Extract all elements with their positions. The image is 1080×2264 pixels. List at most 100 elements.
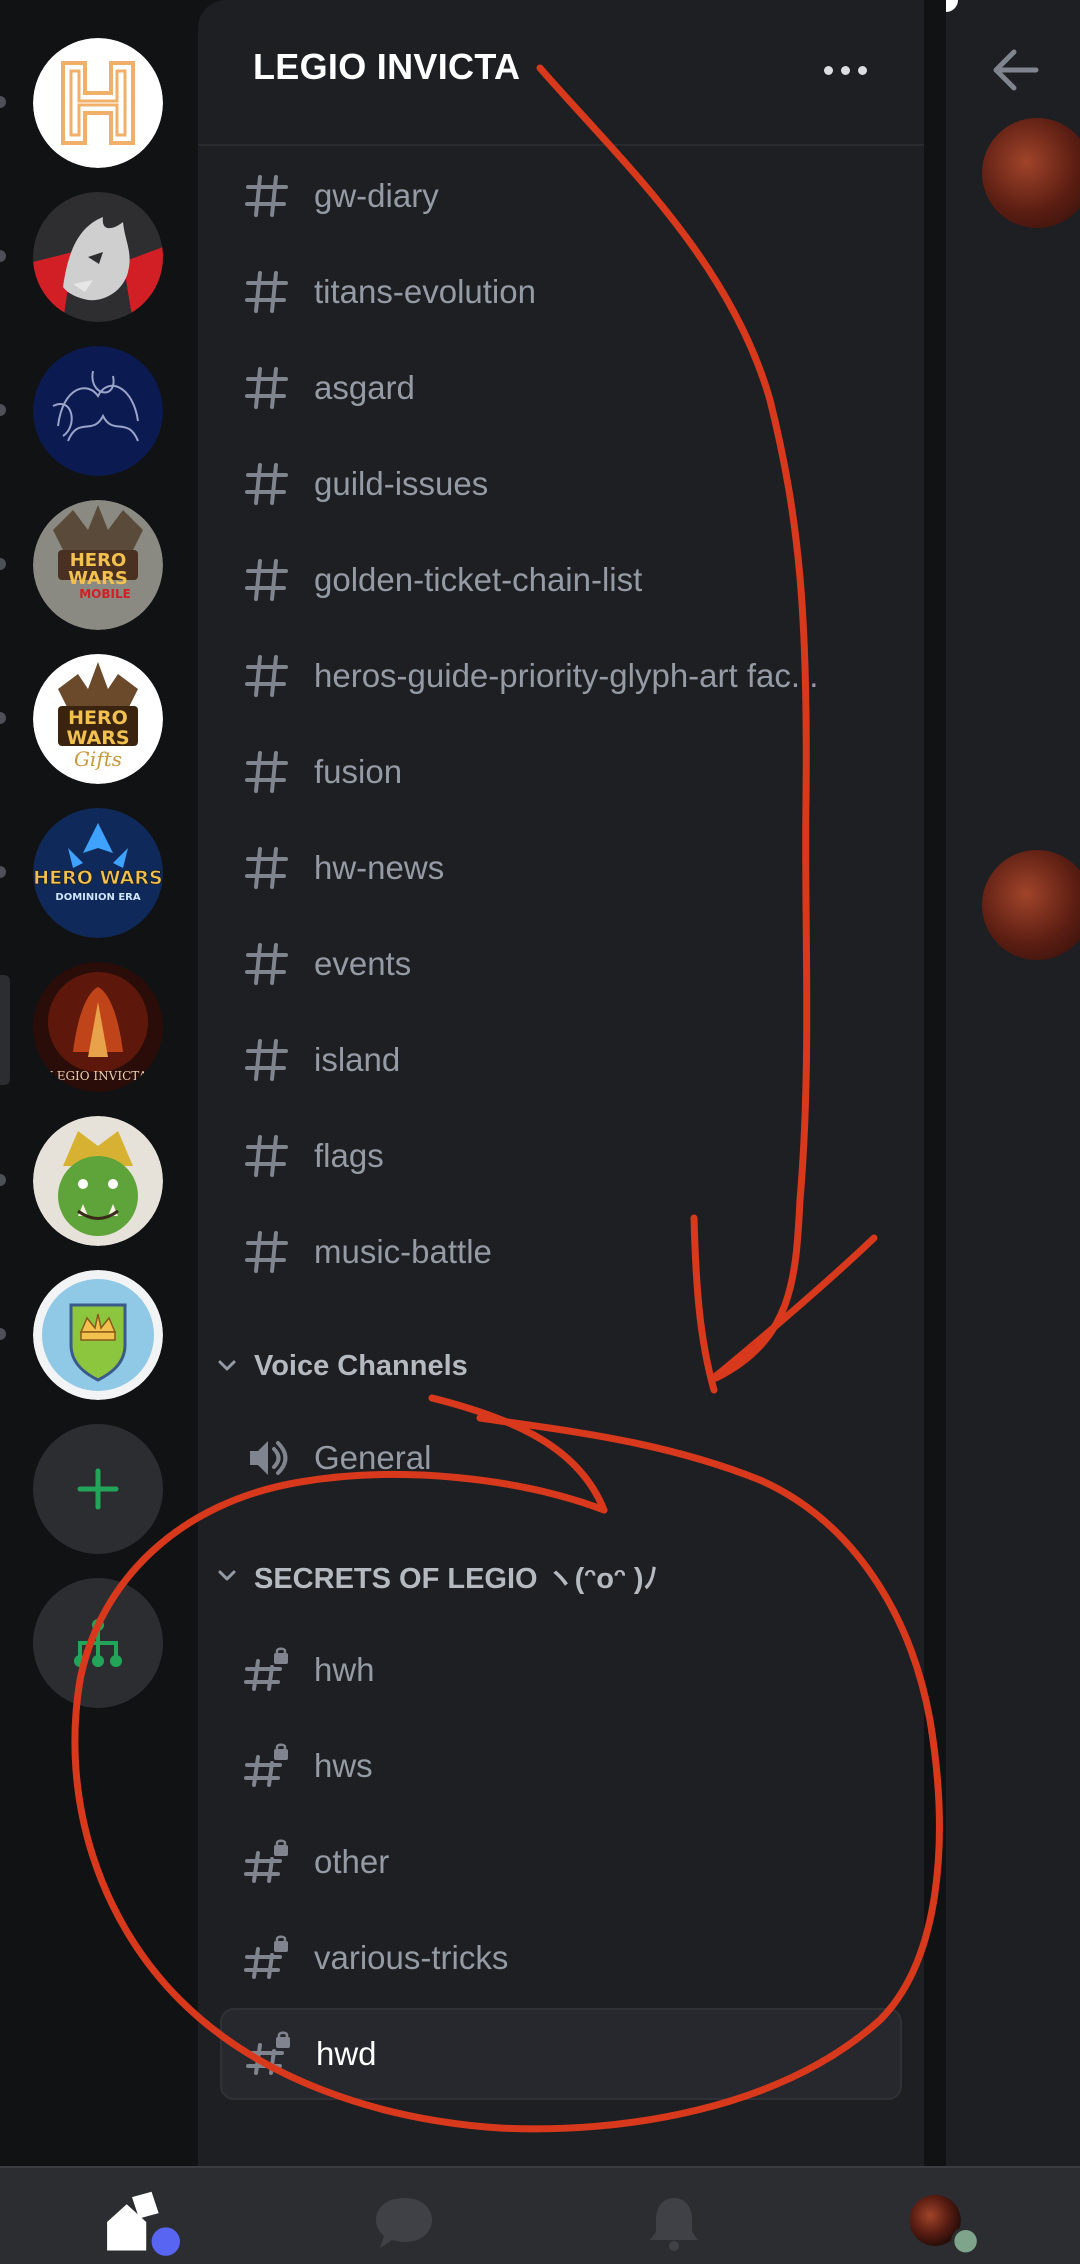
text-channel-hash-icon: [245, 271, 288, 313]
text-channel-hash-icon: [245, 943, 288, 985]
octopus-server-icon[interactable]: [33, 346, 163, 476]
channel-name: events: [314, 945, 412, 982]
text-channel-hash-icon: [245, 367, 288, 409]
channel-name: gw-diary: [314, 177, 439, 214]
channel-name: hwh: [314, 1651, 375, 1688]
legio-invicta-server-icon[interactable]: LEGIO INVICTA: [33, 962, 163, 1092]
locked-channel-item[interactable]: various-tricks: [220, 1912, 902, 2004]
plus-icon: [77, 1468, 119, 1510]
category-label: Voice Channels: [254, 1349, 468, 1382]
channel-name: fusion: [314, 753, 403, 790]
voice-channels-category[interactable]: Voice Channels: [212, 1336, 468, 1396]
channel-name: asgard: [314, 369, 415, 406]
back-arrow-icon[interactable]: [986, 40, 1046, 100]
profile-tab[interactable]: [900, 2182, 980, 2262]
h-logo-server-icon[interactable]: [33, 38, 163, 168]
svg-text:WARS: WARS: [66, 727, 129, 749]
text-channel-item[interactable]: golden-ticket-chain-list: [220, 534, 902, 626]
channel-name: golden-ticket-chain-list: [314, 561, 643, 598]
home-tab[interactable]: [100, 2182, 180, 2262]
chevron-down-icon: [218, 1570, 236, 1581]
orc-server-icon[interactable]: [33, 1116, 163, 1246]
locked-channel-hash-icon: [246, 2031, 290, 2075]
add-server-button[interactable]: [33, 1424, 163, 1554]
guild-header[interactable]: LEGIO INVICTA: [198, 0, 924, 146]
channel-name: other: [314, 1843, 390, 1880]
text-channel-item[interactable]: titans-evolution: [220, 246, 902, 338]
channel-name: hwd: [316, 2035, 377, 2072]
channel-name: island: [314, 1041, 401, 1078]
svg-text:LEGIO INVICTA: LEGIO INVICTA: [49, 1069, 148, 1083]
server-rail: HERO WARS MOBILE HERO WARS Gifts HERO WA…: [0, 0, 200, 2166]
text-channel-hash-icon: [245, 847, 288, 889]
channel-name: titans-evolution: [314, 273, 536, 310]
locked-channel-hash-icon: [244, 1839, 288, 1883]
text-channel-hash-icon: [245, 1039, 288, 1081]
text-channel-hash-icon: [245, 751, 288, 793]
secrets-category[interactable]: SECRETS OF LEGIO ヽ(ᵔoᵔ )ﾉ: [212, 1546, 658, 1606]
servers-home-icon: [107, 2191, 180, 2256]
hero-wars-mobile-server-icon[interactable]: HERO WARS MOBILE: [33, 500, 163, 630]
locked-channel-hash-icon: [244, 1647, 288, 1691]
chat-peek[interactable]: [946, 0, 1080, 2166]
messages-tab[interactable]: [364, 2182, 444, 2262]
channel-name: hws: [314, 1747, 373, 1784]
locked-channel-item[interactable]: hws: [220, 1720, 902, 1812]
locked-channel-hash-icon: [244, 1935, 288, 1979]
hero-wars-dominion-server-icon[interactable]: HERO WARS DOMINION ERA: [33, 808, 163, 938]
chat-bubble-icon: [376, 2198, 432, 2248]
speaker-icon: [250, 1441, 288, 1475]
text-channel-hash-icon: [245, 655, 288, 697]
more-dots-icon[interactable]: [810, 50, 880, 90]
hero-wars-gifts-server-icon[interactable]: HERO WARS Gifts: [33, 654, 163, 784]
selected-server-indicator: [0, 975, 10, 1085]
text-channel-item[interactable]: music-battle: [220, 1206, 902, 1298]
chevron-down-icon: [218, 1360, 236, 1371]
text-channel-item[interactable]: asgard: [220, 342, 902, 434]
bottom-nav: [0, 2166, 1080, 2264]
text-channel-item[interactable]: gw-diary: [220, 150, 902, 242]
svg-text:DOMINION ERA: DOMINION ERA: [55, 892, 140, 903]
locked-channel-item[interactable]: hwh: [220, 1624, 902, 1716]
text-channel-item[interactable]: fusion: [220, 726, 902, 818]
crown-shield-server-icon[interactable]: [33, 1270, 163, 1400]
text-channel-item[interactable]: island: [220, 1014, 902, 1106]
channel-name: General: [314, 1439, 432, 1476]
bell-icon: [650, 2198, 698, 2251]
svg-text:HERO WARS: HERO WARS: [33, 867, 162, 889]
unread-pip: [0, 712, 6, 724]
channel-name: heros-guide-priority-glyph-art fac...: [314, 657, 819, 694]
svg-text:WARS: WARS: [68, 568, 128, 589]
selected-channel-item[interactable]: hwd: [220, 2008, 902, 2100]
channel-name: various-tricks: [314, 1939, 509, 1976]
svg-text:MOBILE: MOBILE: [79, 587, 131, 601]
message-avatar[interactable]: [982, 850, 1080, 960]
channel-panel: LEGIO INVICTA gw-diary titans-evolution …: [198, 0, 924, 2166]
text-channel-item[interactable]: heros-guide-priority-glyph-art fac...: [220, 630, 902, 722]
explore-servers-button[interactable]: [33, 1578, 163, 1708]
unread-pip: [0, 404, 6, 416]
text-channel-item[interactable]: guild-issues: [220, 438, 902, 530]
text-channel-hash-icon: [245, 1231, 288, 1273]
text-channel-hash-icon: [245, 463, 288, 505]
channel-name: flags: [314, 1137, 384, 1174]
text-channel-item[interactable]: hw-news: [220, 822, 902, 914]
message-avatar[interactable]: [982, 118, 1080, 228]
channel-name: guild-issues: [314, 465, 489, 502]
text-channel-item[interactable]: events: [220, 918, 902, 1010]
text-channel-item[interactable]: flags: [220, 1110, 902, 1202]
channel-name: hw-news: [314, 849, 445, 886]
channel-name: music-battle: [314, 1233, 492, 1270]
unread-pip: [0, 866, 6, 878]
locked-channel-item[interactable]: other: [220, 1816, 902, 1908]
hierarchy-icon: [74, 1619, 122, 1667]
voice-channel-item[interactable]: General: [220, 1412, 902, 1504]
locked-channel-hash-icon: [244, 1743, 288, 1787]
unread-pip: [0, 558, 6, 570]
guild-name[interactable]: LEGIO INVICTA: [253, 46, 520, 88]
unread-pip: [0, 1328, 6, 1340]
text-channel-hash-icon: [245, 1135, 288, 1177]
svg-text:Gifts: Gifts: [74, 747, 122, 771]
wolf-server-icon[interactable]: [33, 192, 163, 322]
notifications-tab[interactable]: [634, 2182, 714, 2262]
